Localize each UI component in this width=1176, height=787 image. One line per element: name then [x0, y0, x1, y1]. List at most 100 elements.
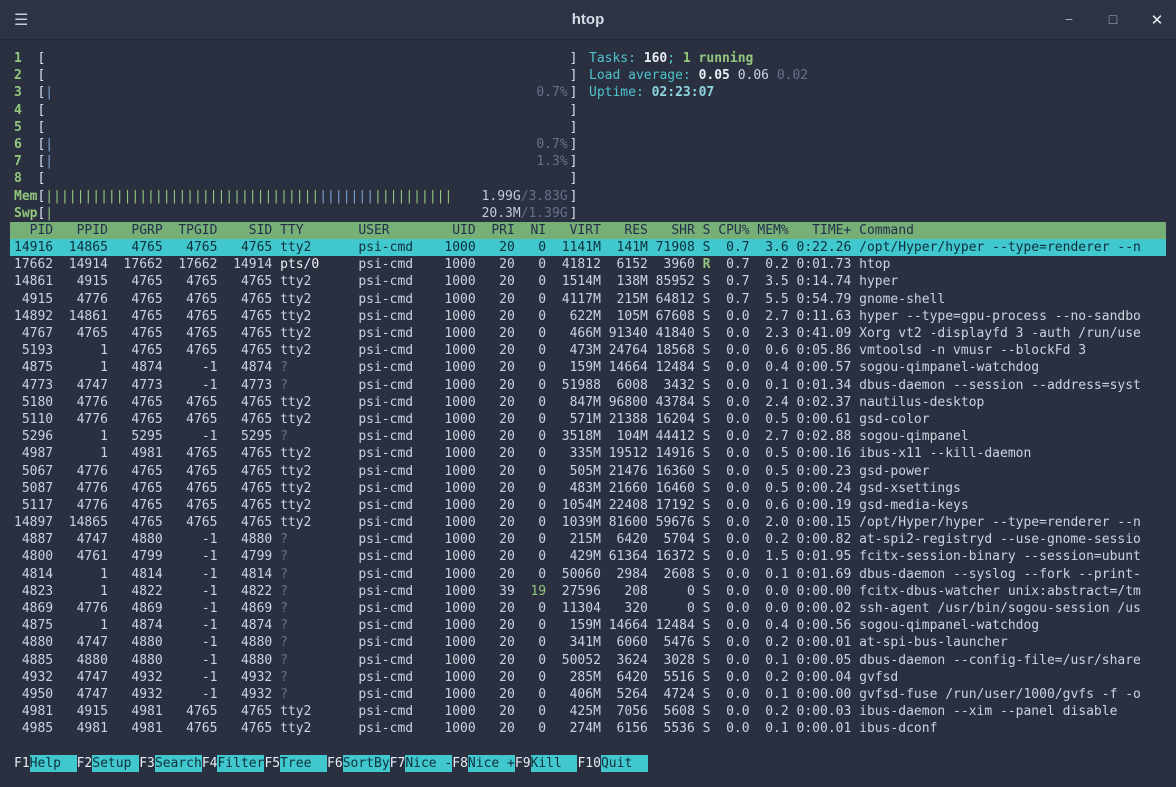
cell-tty: ?	[280, 652, 350, 669]
column-header-cpu[interactable]: CPU%	[710, 222, 749, 239]
cell-ni: 0	[515, 239, 546, 256]
cell-res: 208	[601, 583, 648, 600]
fn-f9-kill[interactable]: F9Kill	[515, 755, 578, 772]
process-row-pid-5180[interactable]: 51804776476547654765tty2psi-cmd100020084…	[10, 394, 1166, 411]
fn-f5-tree[interactable]: F5Tree	[264, 755, 327, 772]
cell-pri: 20	[476, 617, 515, 634]
process-row-pid-14861[interactable]: 148614915476547654765tty2psi-cmd10002001…	[10, 273, 1166, 290]
column-header-ppid[interactable]: PPID	[53, 222, 108, 239]
cell-pid: 4885	[14, 652, 53, 669]
column-header-shr[interactable]: SHR	[648, 222, 695, 239]
cell-user: psi-cmd	[358, 239, 436, 256]
cell-ni: 0	[515, 377, 546, 394]
column-header-s[interactable]: S	[695, 222, 711, 239]
process-row-pid-5193[interactable]: 51931476547654765tty2psi-cmd1000200473M2…	[10, 342, 1166, 359]
column-header-user[interactable]: USER	[358, 222, 436, 239]
process-row-pid-5296[interactable]: 529615295-15295?psi-cmd10002003518M104M4…	[10, 428, 1166, 445]
cell-mem: 0.4	[750, 617, 789, 634]
cell-user: psi-cmd	[358, 394, 436, 411]
maximize-icon[interactable]: □	[1104, 11, 1122, 29]
cell-tty: ?	[280, 686, 350, 703]
cell-command: dbus-daemon --syslog --fork --print-	[859, 566, 1156, 583]
column-header-mem[interactable]: MEM%	[750, 222, 789, 239]
process-row-pid-4869[interactable]: 486947764869-14869?psi-cmd10002001130432…	[10, 600, 1166, 617]
column-header-res[interactable]: RES	[601, 222, 648, 239]
process-row-pid-17662[interactable]: 1766214914176621766214914pts/0psi-cmd100…	[10, 256, 1166, 273]
process-row-pid-14892[interactable]: 1489214861476547654765tty2psi-cmd1000200…	[10, 308, 1166, 325]
cell-ppid: 1	[53, 342, 108, 359]
minimize-icon[interactable]: −	[1060, 11, 1078, 29]
process-row-pid-5110[interactable]: 51104776476547654765tty2psi-cmd100020057…	[10, 411, 1166, 428]
process-row-pid-4767[interactable]: 47674765476547654765tty2psi-cmd100020046…	[10, 325, 1166, 342]
process-row-pid-5087[interactable]: 50874776476547654765tty2psi-cmd100020048…	[10, 480, 1166, 497]
column-header-virt[interactable]: VIRT	[546, 222, 601, 239]
fn-f7-nice[interactable]: F7Nice -	[390, 755, 453, 772]
cell-ni: 0	[515, 480, 546, 497]
cell-res: 6156	[601, 720, 648, 737]
mem-meter-label: Mem	[14, 188, 37, 205]
fn-f1-help[interactable]: F1Help	[14, 755, 77, 772]
fn-f8-nice[interactable]: F8Nice +	[452, 755, 515, 772]
process-row-pid-4915[interactable]: 49154776476547654765tty2psi-cmd100020041…	[10, 291, 1166, 308]
hamburger-menu-icon[interactable]: ☰	[14, 10, 28, 30]
cell-virt: 1054M	[546, 497, 601, 514]
cell-tty: tty2	[280, 720, 350, 737]
cell-tty: pts/0	[280, 256, 350, 273]
column-header-tty[interactable]: TTY	[280, 222, 350, 239]
column-header-pri[interactable]: PRI	[476, 222, 515, 239]
cell-mem: 2.4	[750, 394, 789, 411]
process-row-pid-4950[interactable]: 495047474932-14932?psi-cmd1000200406M526…	[10, 686, 1166, 703]
fn-f3-search[interactable]: F3Search	[139, 755, 202, 772]
process-row-pid-4875[interactable]: 487514874-14874?psi-cmd1000200159M146641…	[10, 359, 1166, 376]
cell-command: htop	[859, 256, 1156, 273]
column-header-uid[interactable]: UID	[437, 222, 476, 239]
column-header-pgrp[interactable]: PGRP	[108, 222, 163, 239]
cell-virt: 3518M	[546, 428, 601, 445]
cell-mem: 0.1	[750, 652, 789, 669]
cell-time: 0:14.74	[789, 273, 852, 290]
cell-tty: ?	[280, 634, 350, 651]
cell-s: S	[695, 394, 711, 411]
mem-meter-bar: ||||||||||||||||||||||||||||||||||||||||…	[45, 188, 569, 205]
fn-f2-setup[interactable]: F2Setup	[77, 755, 140, 772]
cell-shr: 59676	[648, 514, 695, 531]
fn-f6-sortby[interactable]: F6SortBy	[327, 755, 390, 772]
column-header-pid[interactable]: PID	[14, 222, 53, 239]
column-header-time[interactable]: TIME+	[789, 222, 852, 239]
process-row-pid-4887[interactable]: 488747474880-14880?psi-cmd1000200215M642…	[10, 531, 1166, 548]
column-header-tpgid[interactable]: TPGID	[163, 222, 218, 239]
cpu-meter-7: 7[|1.3%]	[10, 153, 1166, 170]
column-header-command[interactable]: Command	[859, 222, 1156, 239]
process-row-pid-4985[interactable]: 49854981498147654765tty2psi-cmd100020027…	[10, 720, 1166, 737]
column-header-sid[interactable]: SID	[217, 222, 272, 239]
cell-ni: 0	[515, 686, 546, 703]
close-icon[interactable]: ✕	[1148, 11, 1166, 29]
process-row-pid-4880[interactable]: 488047474880-14880?psi-cmd1000200341M606…	[10, 634, 1166, 651]
cell-tpgid: -1	[163, 428, 218, 445]
process-row-pid-4987[interactable]: 49871498147654765tty2psi-cmd1000200335M1…	[10, 445, 1166, 462]
fn-key-label: F2	[77, 756, 93, 771]
process-row-pid-5117[interactable]: 51174776476547654765tty2psi-cmd100020010…	[10, 497, 1166, 514]
process-row-pid-4814[interactable]: 481414814-14814?psi-cmd10002005006029842…	[10, 566, 1166, 583]
cell-ppid: 4981	[53, 720, 108, 737]
cell-tpgid: 4765	[163, 291, 218, 308]
process-row-pid-4773[interactable]: 477347474773-14773?psi-cmd10002005198860…	[10, 377, 1166, 394]
cell-s: S	[695, 342, 711, 359]
fn-f4-filter[interactable]: F4Filter	[202, 755, 265, 772]
process-row-pid-14916[interactable]: 1491614865476547654765tty2psi-cmd1000200…	[10, 239, 1166, 256]
process-row-pid-14897[interactable]: 1489714865476547654765tty2psi-cmd1000200…	[10, 514, 1166, 531]
process-row-pid-4875[interactable]: 487514874-14874?psi-cmd1000200159M146641…	[10, 617, 1166, 634]
process-row-pid-4823[interactable]: 482314822-14822?psi-cmd10003919275962080…	[10, 583, 1166, 600]
cell-shr: 0	[648, 600, 695, 617]
cell-ppid: 4765	[53, 325, 108, 342]
process-row-pid-4885[interactable]: 488548804880-14880?psi-cmd10002005005236…	[10, 652, 1166, 669]
process-row-pid-4932[interactable]: 493247474932-14932?psi-cmd1000200285M642…	[10, 669, 1166, 686]
cell-time: 0:54.79	[789, 291, 852, 308]
cell-pid: 5193	[14, 342, 53, 359]
fn-f10-quit[interactable]: F10Quit	[577, 755, 647, 772]
process-row-pid-5067[interactable]: 50674776476547654765tty2psi-cmd100020050…	[10, 463, 1166, 480]
cell-shr: 0	[648, 583, 695, 600]
process-row-pid-4981[interactable]: 49814915498147654765tty2psi-cmd100020042…	[10, 703, 1166, 720]
process-row-pid-4800[interactable]: 480047614799-14799?psi-cmd1000200429M613…	[10, 548, 1166, 565]
column-header-ni[interactable]: NI	[515, 222, 546, 239]
